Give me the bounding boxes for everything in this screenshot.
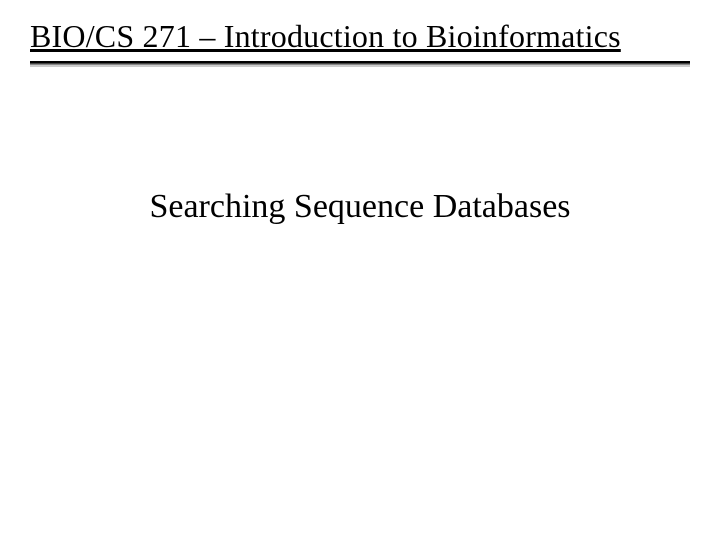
course-title: BIO/CS 271 – Introduction to Bioinformat… bbox=[30, 18, 690, 55]
slide-title: Searching Sequence Databases bbox=[0, 188, 720, 226]
header-divider bbox=[30, 61, 690, 67]
slide-header: BIO/CS 271 – Introduction to Bioinformat… bbox=[0, 0, 720, 55]
